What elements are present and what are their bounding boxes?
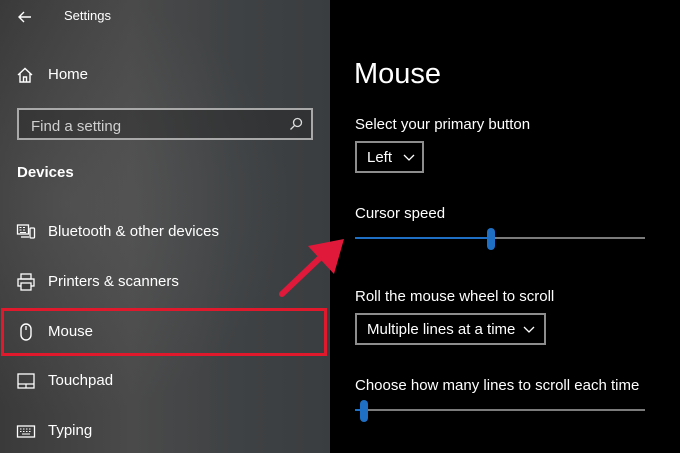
page-title: Mouse bbox=[354, 58, 442, 90]
home-icon bbox=[17, 67, 33, 83]
selection-highlight-box bbox=[1, 308, 327, 356]
scroll-wheel-dropdown[interactable]: Multiple lines at a time bbox=[355, 313, 546, 345]
slider-thumb[interactable] bbox=[359, 400, 368, 422]
primary-button-dropdown[interactable]: Left bbox=[355, 141, 424, 173]
printer-icon bbox=[17, 273, 35, 291]
dropdown-value: Multiple lines at a time bbox=[367, 321, 516, 338]
keyboard-icon bbox=[16, 425, 36, 438]
main-panel: Mouse Select your primary button Left Cu… bbox=[330, 0, 680, 453]
title-bar: Settings bbox=[0, 0, 330, 34]
search-box[interactable] bbox=[17, 108, 313, 140]
section-title: Devices bbox=[17, 164, 74, 181]
dropdown-value: Left bbox=[367, 149, 393, 166]
cursor-speed-slider[interactable] bbox=[355, 228, 645, 250]
search-icon[interactable] bbox=[289, 117, 303, 131]
bluetooth-devices-icon bbox=[16, 224, 36, 239]
sidebar-item-typing[interactable]: Typing bbox=[0, 408, 330, 453]
app-title: Settings bbox=[64, 8, 111, 23]
home-nav-item[interactable]: Home bbox=[16, 64, 316, 88]
touchpad-icon bbox=[17, 373, 35, 389]
cursor-speed-label: Cursor speed bbox=[355, 205, 446, 222]
sidebar-item-label: Touchpad bbox=[48, 372, 114, 389]
scroll-lines-slider[interactable] bbox=[355, 400, 645, 422]
back-button[interactable] bbox=[14, 6, 36, 28]
chevron-down-icon bbox=[403, 154, 415, 161]
scroll-wheel-label: Roll the mouse wheel to scroll bbox=[355, 288, 555, 305]
sidebar: Settings Home Devices Bluetooth & other … bbox=[0, 0, 330, 453]
sidebar-item-touchpad[interactable]: Touchpad bbox=[0, 358, 330, 404]
back-arrow-icon bbox=[18, 11, 31, 23]
sidebar-item-label: Typing bbox=[48, 422, 93, 439]
slider-fill bbox=[355, 237, 492, 239]
scroll-lines-label: Choose how many lines to scroll each tim… bbox=[355, 377, 640, 394]
annotation-arrow-icon bbox=[279, 239, 344, 297]
home-label: Home bbox=[48, 66, 89, 83]
search-input[interactable] bbox=[29, 115, 283, 137]
slider-track bbox=[355, 409, 645, 411]
chevron-down-icon bbox=[523, 326, 535, 333]
sidebar-item-label: Printers & scanners bbox=[48, 273, 179, 290]
sidebar-item-label: Bluetooth & other devices bbox=[48, 223, 219, 240]
slider-thumb[interactable] bbox=[487, 228, 496, 250]
primary-button-label: Select your primary button bbox=[355, 116, 531, 133]
